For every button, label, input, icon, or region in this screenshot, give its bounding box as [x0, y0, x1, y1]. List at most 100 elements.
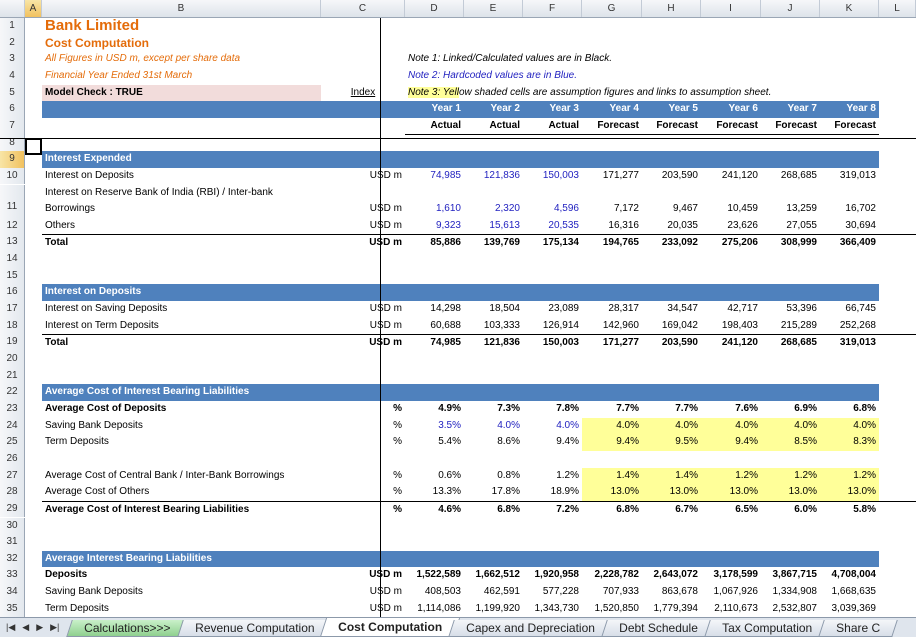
tab-scroll-button[interactable]: ◀	[22, 622, 29, 633]
value-cell[interactable]: 4.0%	[701, 417, 761, 435]
unit-cell[interactable]: %	[321, 418, 405, 435]
row-label[interactable]: Total	[42, 334, 321, 351]
value-cell[interactable]: 203,590	[642, 334, 701, 351]
value-cell[interactable]: 863,678	[642, 584, 701, 601]
value-cell[interactable]: 7.2%	[523, 500, 582, 518]
value-cell[interactable]: 1,067,926	[701, 584, 761, 601]
row-header[interactable]: 6	[0, 101, 25, 118]
value-cell[interactable]: 23,626	[701, 218, 761, 235]
row-header[interactable]: 11	[0, 184, 25, 218]
row-label[interactable]: Average Cost of Others	[42, 484, 321, 501]
value-cell[interactable]: 9.4%	[523, 434, 582, 451]
column-header-A[interactable]: A	[25, 0, 42, 17]
value-cell[interactable]: 6.8%	[464, 500, 523, 518]
row-header[interactable]: 10	[0, 167, 25, 185]
value-cell[interactable]: 1,334,908	[761, 584, 820, 601]
value-cell[interactable]: 2,228,782	[582, 567, 642, 584]
value-cell[interactable]: 4.0%	[464, 418, 523, 435]
value-cell[interactable]: 121,836	[464, 334, 523, 351]
period-type-header[interactable]: Forecast	[701, 118, 761, 135]
note-2[interactable]: Note 2: Hardcoded values are in Blue.	[405, 68, 805, 85]
row-label[interactable]: Interest on Term Deposits	[42, 318, 321, 335]
unit-cell[interactable]: USD m	[321, 601, 405, 617]
row-label[interactable]: Interest on Saving Deposits	[42, 301, 321, 318]
value-cell[interactable]: 275,206	[701, 234, 761, 251]
row-header[interactable]: 7	[0, 117, 25, 135]
row-header[interactable]: 21	[0, 367, 25, 385]
row-header[interactable]: 19	[0, 334, 25, 351]
row-label[interactable]: Deposits	[42, 567, 321, 584]
value-cell[interactable]: 6.0%	[761, 500, 820, 518]
row-header[interactable]: 15	[0, 267, 25, 285]
year-header[interactable]: Year 2	[464, 101, 523, 118]
unit-cell[interactable]: USD m	[321, 185, 405, 218]
row-label[interactable]: Average Cost of Interest Bearing Liabili…	[42, 500, 321, 518]
row-header[interactable]: 31	[0, 534, 25, 551]
sheet-tab-calculations[interactable]: Calculations>>>	[66, 620, 189, 637]
row-header[interactable]: 26	[0, 450, 25, 468]
value-cell[interactable]: 1.2%	[820, 467, 879, 485]
unit-cell[interactable]: USD m	[321, 234, 405, 251]
column-header-corner[interactable]	[0, 0, 25, 17]
row-label[interactable]: Average Cost of Central Bank / Inter-Ban…	[42, 468, 321, 485]
value-cell[interactable]: 198,403	[701, 318, 761, 335]
value-cell[interactable]: 6.8%	[820, 401, 879, 418]
column-header-J[interactable]: J	[761, 0, 820, 17]
value-cell[interactable]: 0.6%	[405, 468, 464, 485]
value-cell[interactable]: 13.0%	[582, 484, 642, 501]
value-cell[interactable]: 408,503	[405, 584, 464, 601]
value-cell[interactable]: 142,960	[582, 318, 642, 335]
value-cell[interactable]: 8.5%	[761, 434, 820, 451]
unit-cell[interactable]: USD m	[321, 318, 405, 335]
section-header[interactable]: Interest on Deposits	[42, 284, 321, 302]
value-cell[interactable]: 28,317	[582, 301, 642, 318]
column-header-L[interactable]: L	[879, 0, 916, 17]
value-cell[interactable]: 319,013	[820, 334, 879, 351]
value-cell[interactable]: 13,259	[761, 185, 820, 218]
year-header[interactable]: Year 1	[405, 101, 464, 118]
note-1[interactable]: Note 1: Linked/Calculated values are in …	[405, 51, 805, 68]
unit-cell[interactable]: USD m	[321, 218, 405, 235]
value-cell[interactable]: 4.0%	[523, 418, 582, 435]
unit-cell[interactable]: USD m	[321, 567, 405, 584]
year-header[interactable]: Year 3	[523, 101, 582, 118]
value-cell[interactable]: 16,702	[820, 185, 879, 218]
value-cell[interactable]: 14,298	[405, 301, 464, 318]
period-type-header[interactable]: Actual	[464, 118, 523, 135]
value-cell[interactable]: 2,532,807	[761, 601, 820, 617]
value-cell[interactable]: 2,110,673	[701, 601, 761, 617]
value-cell[interactable]: 1.2%	[761, 467, 820, 485]
value-cell[interactable]: 203,590	[642, 168, 701, 185]
value-cell[interactable]: 17.8%	[464, 484, 523, 501]
row-header[interactable]: 14	[0, 251, 25, 268]
value-cell[interactable]: 6.7%	[642, 500, 701, 518]
value-cell[interactable]: 66,745	[820, 301, 879, 318]
active-cell-A9[interactable]	[25, 138, 42, 155]
value-cell[interactable]: 34,547	[642, 301, 701, 318]
value-cell[interactable]: 150,003	[523, 334, 582, 351]
sheet-subtitle[interactable]: Cost Computation	[42, 35, 321, 52]
row-header[interactable]: 28	[0, 484, 25, 501]
value-cell[interactable]: 13.0%	[642, 484, 701, 501]
sheet-tab-share-c[interactable]: Share C	[817, 620, 898, 637]
unit-cell[interactable]: USD m	[321, 584, 405, 601]
value-cell[interactable]: 1,343,730	[523, 601, 582, 617]
row-header[interactable]: 24	[0, 417, 25, 435]
period-type-header[interactable]: Forecast	[820, 118, 879, 135]
year-header[interactable]: Year 7	[761, 101, 820, 118]
value-cell[interactable]: 268,685	[761, 168, 820, 185]
value-cell[interactable]: 4.6%	[405, 500, 464, 518]
value-cell[interactable]: 241,120	[701, 168, 761, 185]
value-cell[interactable]: 4.0%	[820, 417, 879, 435]
model-check[interactable]: Model Check : TRUE	[42, 84, 321, 102]
value-cell[interactable]: 13.3%	[405, 484, 464, 501]
value-cell[interactable]: 121,836	[464, 168, 523, 185]
row-label[interactable]: Term Deposits	[42, 434, 321, 451]
period-type-header[interactable]: Actual	[405, 118, 464, 135]
section-header[interactable]: Interest Expended	[42, 151, 321, 168]
value-cell[interactable]: 319,013	[820, 168, 879, 185]
row-header[interactable]: 25	[0, 434, 25, 451]
row-label[interactable]: Others	[42, 218, 321, 235]
value-cell[interactable]: 1,199,920	[464, 601, 523, 617]
value-cell[interactable]: 4,708,004	[820, 567, 879, 584]
